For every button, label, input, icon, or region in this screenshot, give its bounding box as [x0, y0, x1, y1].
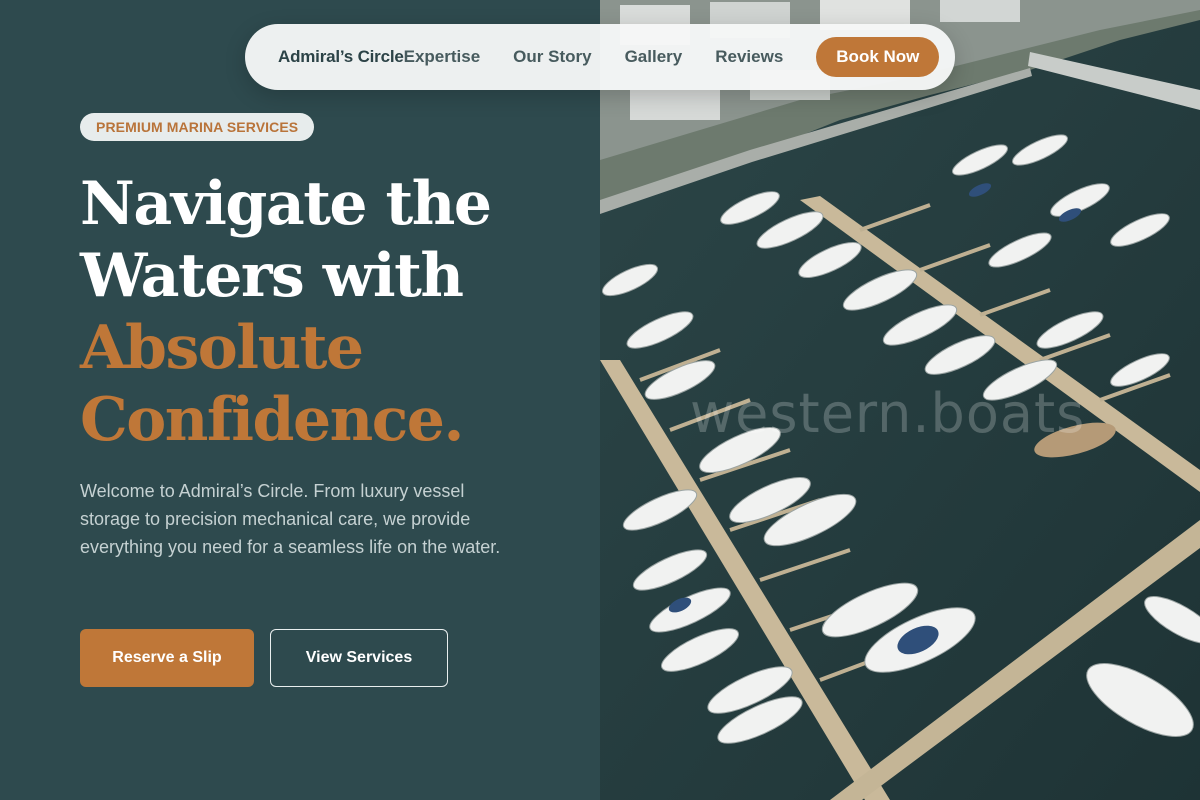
hero-cta-row: Reserve a Slip View Services	[80, 629, 448, 687]
top-navbar: Admiral’s Circle Expertise Our Story Gal…	[245, 24, 955, 90]
nav-link-expertise[interactable]: Expertise	[404, 47, 481, 67]
nav-link-gallery[interactable]: Gallery	[625, 47, 683, 67]
photo-watermark: western.boats	[690, 382, 1086, 445]
hero-headline: Navigate the Waters with Absolute Confid…	[80, 168, 580, 456]
headline-accent-2: Confidence.	[80, 385, 464, 455]
headline-accent-1: Absolute	[80, 313, 364, 383]
headline-line-2: Waters with	[80, 241, 464, 311]
view-services-button[interactable]: View Services	[270, 629, 448, 687]
book-now-button[interactable]: Book Now	[816, 37, 940, 77]
service-badge: PREMIUM MARINA SERVICES	[80, 113, 315, 141]
nav-link-reviews[interactable]: Reviews	[715, 47, 783, 67]
brand-logo-link[interactable]: Admiral’s Circle	[278, 47, 404, 67]
hero-page: western.boats Admiral’s Circle Expertise…	[0, 0, 1200, 800]
headline-line-1: Navigate the	[80, 169, 492, 239]
nav-links: Expertise Our Story Gallery Reviews	[404, 47, 817, 67]
hero-intro-text: Welcome to Admiral’s Circle. From luxury…	[80, 481, 501, 557]
nav-link-our-story[interactable]: Our Story	[513, 47, 591, 67]
reserve-slip-button[interactable]: Reserve a Slip	[80, 629, 254, 687]
